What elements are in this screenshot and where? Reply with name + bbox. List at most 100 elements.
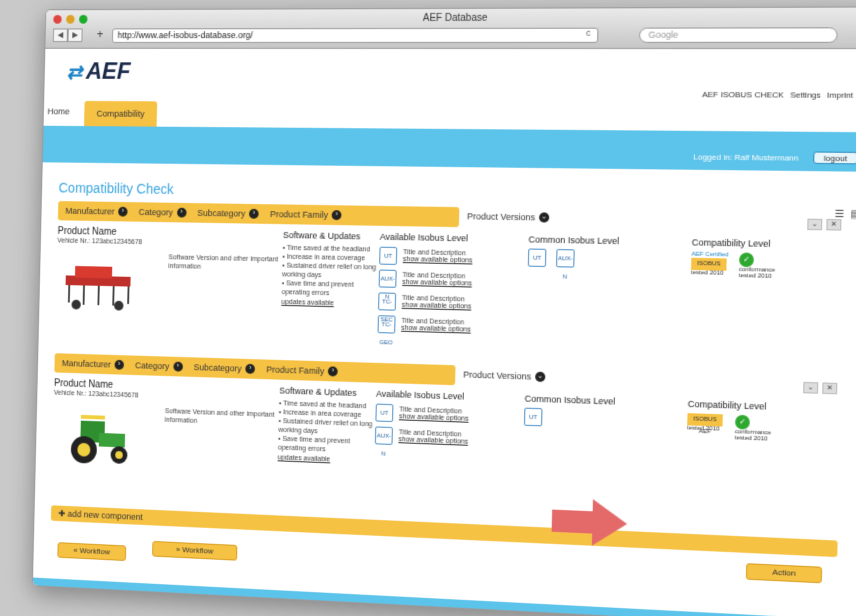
logged-in-label: Logged in: Ralf Mustermann — [693, 152, 798, 162]
forward-button[interactable]: ▶ — [68, 28, 83, 42]
updates-column: Software & Updates • Time saved at the h… — [280, 230, 380, 357]
aef-logo[interactable]: ⇄ AEF — [67, 58, 131, 85]
link-isobus-check[interactable]: AEF ISOBUS CHECK — [702, 90, 784, 100]
show-options-link[interactable]: show available options — [402, 302, 472, 311]
common-badges: UT — [524, 408, 688, 432]
top-links: AEF ISOBUS CHECK Settings Imprint — [702, 90, 853, 100]
updates-heading: Software & Updates — [279, 386, 376, 399]
crumb-product-versions[interactable]: Product Versions ⌄ — [467, 211, 549, 222]
show-options-link[interactable]: show available options — [402, 279, 472, 288]
software-info: Software Version and other important inf… — [163, 382, 280, 510]
address-bar[interactable]: http://www.aef-isobus-database.org/ — [112, 28, 599, 43]
levels-heading: Available Isobus Level — [376, 389, 525, 404]
crumb-product-family[interactable]: Product Family › — [266, 364, 338, 376]
seed-drill-image — [56, 254, 141, 314]
level-row: TC-GEO Title and Description show availabl… — [378, 315, 527, 337]
main-content: Compatibility Check ☰ ▤ Manufacturer › Ca… — [33, 180, 856, 612]
browser-titlebar: AEF Database ◀ ▶ + http://www.aef-isobus… — [45, 7, 856, 49]
ut-badge-icon: UT — [528, 249, 547, 268]
vehicle-number: Vehicle Nr.: 123abc12345678 — [57, 238, 169, 247]
crumb-category[interactable]: Category › — [135, 360, 183, 371]
chevron-right-icon: › — [249, 209, 259, 219]
level-row: UT Title and Description show available op… — [375, 404, 524, 427]
chevron-right-icon: › — [332, 210, 342, 220]
ut-badge-icon: UT — [375, 404, 393, 422]
browser-window: AEF Database ◀ ▶ + http://www.aef-isobus… — [32, 6, 856, 616]
chevron-right-icon: › — [115, 360, 125, 370]
chevron-right-icon: › — [177, 208, 187, 218]
reload-icon[interactable]: c — [586, 28, 591, 38]
isobus-levels-column: Available Isobus Level UT Title and Descr… — [373, 389, 525, 521]
site-header: ⇄ AEF AEF ISOBUS CHECK Settings Imprint H… — [44, 49, 856, 133]
close-card-icon[interactable]: ✕ — [822, 382, 837, 394]
crumb-subcategory[interactable]: Subcategory › — [197, 208, 259, 219]
compat-badges: ISOBUS AEF tested 2010 ✓ conformance teste… — [687, 413, 792, 447]
level-row: UT Title and Description show available op… — [379, 247, 528, 268]
common-heading: Common Isobus Level — [528, 234, 691, 247]
list-item: • Sustained driver relief on long workin… — [282, 262, 379, 282]
link-settings[interactable]: Settings — [790, 90, 821, 99]
updates-column: Software & Updates • Time saved at the h… — [276, 386, 376, 514]
card-controls: ⌄ ✕ — [807, 219, 841, 231]
card-body: Product Name Vehicle Nr.: 123abc12345678… — [55, 220, 856, 371]
chevron-down-icon: ⌄ — [535, 372, 545, 382]
crumb-product-family[interactable]: Product Family › — [270, 209, 342, 220]
chevron-right-icon: › — [328, 366, 338, 376]
levels-heading: Available Isobus Level — [380, 232, 529, 245]
nav-buttons: ◀ ▶ — [53, 28, 83, 42]
common-level-column: Common Isobus Level UT AUX-N — [526, 234, 692, 366]
chevron-right-icon: › — [118, 207, 128, 217]
chevron-down-icon: ⌄ — [539, 212, 549, 222]
collapse-icon[interactable]: ⌄ — [803, 382, 818, 394]
tc-geo-badge-icon: TC-GEO — [378, 315, 396, 333]
conformance-badge: ✓ conformance tested 2010 — [739, 253, 782, 285]
show-options-link[interactable]: show available options — [398, 436, 468, 446]
crumb-manufacturer[interactable]: Manufacturer › — [65, 206, 127, 217]
crumb-manufacturer[interactable]: Manufacturer › — [62, 358, 124, 370]
updates-heading: Software & Updates — [283, 230, 380, 242]
check-icon: ✓ — [739, 253, 754, 268]
crumb-subcategory[interactable]: Subcategory › — [194, 362, 255, 374]
collapse-icon[interactable]: ⌄ — [807, 219, 822, 231]
link-imprint[interactable]: Imprint — [827, 91, 853, 100]
list-item: • Save time and prevent operating errors — [278, 435, 375, 456]
workflow-forward-button[interactable]: » Workflow — [152, 541, 237, 561]
updates-available-link[interactable]: updates available — [281, 299, 378, 308]
updates-available-link[interactable]: updates available — [278, 454, 375, 465]
search-field[interactable]: Google — [639, 27, 838, 43]
show-options-link[interactable]: show available options — [403, 256, 473, 264]
red-arrow-icon — [551, 497, 627, 547]
conformance-badge: ✓ conformance tested 2010 — [735, 415, 778, 447]
common-badges: UT AUX-N — [528, 249, 692, 271]
crumb-category[interactable]: Category › — [139, 207, 187, 217]
tc-sec-badge-icon: TC-SEC — [378, 292, 396, 310]
logo-text: AEF — [86, 58, 131, 84]
card-controls: ⌄ ✕ — [803, 382, 837, 394]
close-card-icon[interactable]: ✕ — [826, 219, 841, 231]
chevron-right-icon: › — [245, 364, 255, 374]
product-column: Product Name Vehicle Nr.: 123abc12345678 — [51, 378, 165, 504]
plus-icon: ✚ — [58, 508, 67, 518]
crumb-product-versions[interactable]: Product Versions ⌄ — [463, 369, 545, 382]
show-options-link[interactable]: show available options — [399, 413, 469, 422]
add-bookmark-icon[interactable]: + — [93, 28, 106, 42]
aux-badge-icon: AUX-N — [379, 270, 397, 288]
aux-badge-icon: AUX-N — [375, 426, 393, 445]
action-button[interactable]: Action — [746, 563, 822, 583]
workflow-back-button[interactable]: « Workflow — [57, 542, 126, 561]
window-title: AEF Database — [46, 12, 856, 25]
level-row: AUX-N Title and Description show available… — [375, 426, 524, 449]
level-row: TC-SEC Title and Description show availabl… — [378, 292, 527, 314]
tab-compatibility[interactable]: Compatibility — [84, 101, 157, 127]
level-row: AUX-N Title and Description show available… — [379, 270, 528, 291]
show-options-link[interactable]: show available options — [401, 325, 471, 334]
tractor-image — [52, 406, 137, 467]
tab-home[interactable]: Home — [47, 107, 69, 117]
compatibility-column: Compatibility Level AEF Certified ISOBUS t… — [689, 237, 797, 369]
back-button[interactable]: ◀ — [53, 29, 68, 43]
aux-badge-icon: AUX-N — [556, 249, 575, 268]
chevron-right-icon: › — [173, 362, 183, 372]
ut-badge-icon: UT — [379, 247, 397, 265]
compatibility-column: Compatibility Level ISOBUS AEF tested 201… — [685, 399, 793, 532]
logout-button[interactable]: logout — [813, 151, 856, 164]
